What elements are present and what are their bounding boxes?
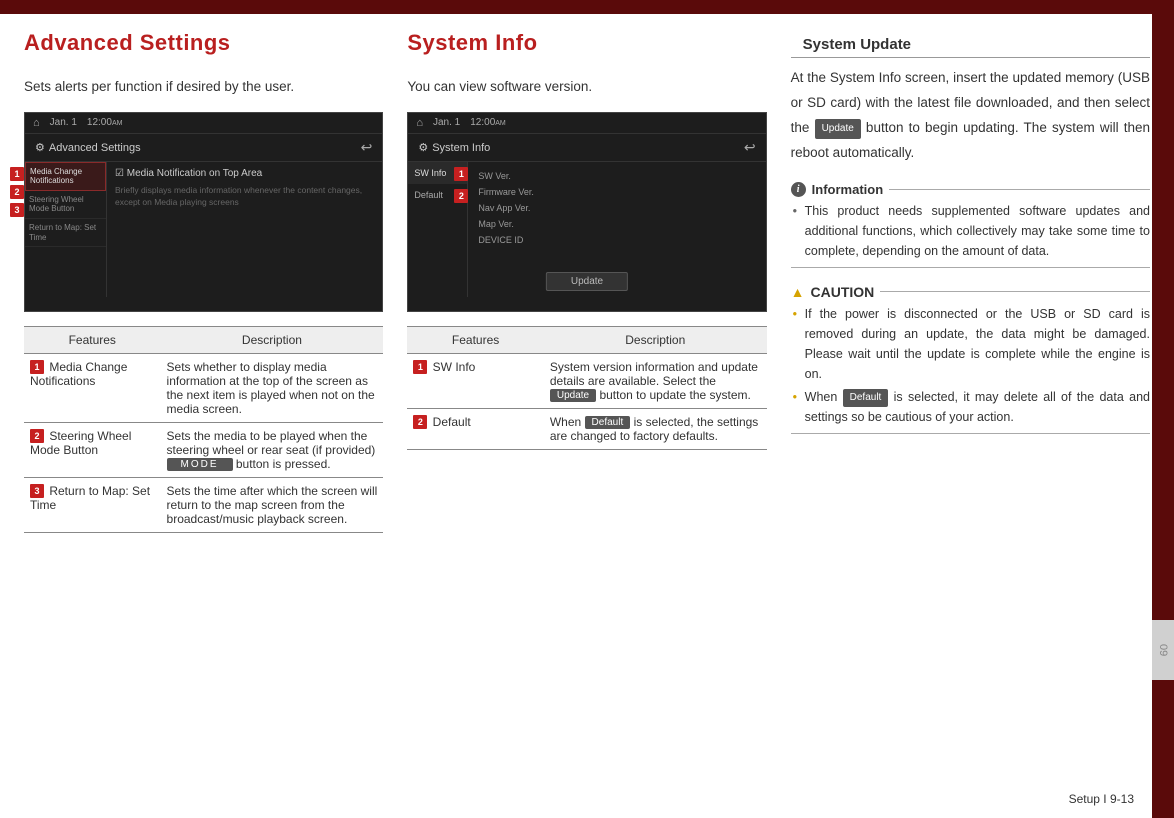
update-chip: Update	[550, 389, 596, 402]
screenshot-advanced-settings: 1 2 3 ⌂ Jan. 1 12:00AM ⚙Advanced Setting…	[24, 112, 383, 312]
status-time: 12:00AM	[87, 117, 123, 128]
feature-label: Default	[433, 415, 471, 429]
default-chip: Default	[843, 389, 889, 407]
th-features: Features	[407, 326, 544, 353]
information-list: This product needs supplemented software…	[791, 201, 1150, 261]
home-icon: ⌂	[416, 117, 423, 129]
adv-desc-text: Briefly displays media information whene…	[115, 185, 374, 209]
row-num: 2	[30, 429, 44, 443]
update-button: Update	[546, 272, 628, 291]
table-row: 2 Default When Default is selected, the …	[407, 408, 766, 449]
column-system-info: System Info You can view software versio…	[407, 30, 766, 533]
feature-label: Media Change Notifications	[30, 360, 127, 388]
update-chip: Update	[815, 119, 861, 140]
heading-system-info: System Info	[407, 30, 766, 56]
th-description: Description	[544, 326, 767, 353]
feature-label: Steering Wheel Mode Button	[30, 429, 131, 457]
intro-advanced-settings: Sets alerts per function if desired by t…	[24, 74, 383, 100]
feature-label: SW Info	[433, 360, 476, 374]
sys-line: DEVICE ID	[478, 232, 755, 248]
marker-2: 2	[454, 189, 468, 203]
sys-line: SW Ver.	[478, 168, 755, 184]
information-label: Information	[812, 182, 884, 197]
edge-markers-col1: 1 2 3	[10, 167, 24, 217]
information-block: i Information This product needs supplem…	[791, 182, 1150, 268]
feature-desc: System version information and update de…	[544, 353, 767, 408]
back-icon: ↩	[744, 139, 756, 156]
page-footer: Setup I 9-13	[1069, 792, 1134, 806]
adv-main-panel: Media Notification on Top Area Briefly d…	[107, 162, 382, 297]
caution-list: If the power is disconnected or the USB …	[791, 304, 1150, 427]
th-description: Description	[161, 326, 384, 353]
feature-desc: Sets the time after which the screen wil…	[161, 477, 384, 532]
list-item: When Default is selected, it may delete …	[791, 387, 1150, 427]
list-item: This product needs supplemented software…	[791, 201, 1150, 261]
adv-checkbox-row: Media Notification on Top Area	[115, 168, 374, 179]
status-time: 12:00AM	[470, 117, 506, 128]
home-icon: ⌂	[33, 117, 40, 129]
sys-tab-default: Default 2	[408, 184, 467, 206]
side-chapter-tab: 09	[1152, 620, 1174, 680]
heading-system-update: System Update	[791, 34, 1150, 58]
screenshot-system-info: ⌂ Jan. 1 12:00AM ⚙ System Info ↩ SW Info …	[407, 112, 766, 312]
marker-3: 3	[10, 203, 24, 217]
feature-label: Return to Map: Set Time	[30, 484, 150, 512]
marker-2: 2	[10, 185, 24, 199]
column-advanced-settings: Advanced Settings Sets alerts per functi…	[24, 30, 383, 533]
table-row: 3 Return to Map: Set Time Sets the time …	[24, 477, 383, 532]
row-num: 3	[30, 484, 44, 498]
sys-tabs: SW Info 1 Default 2	[408, 162, 468, 297]
right-accent-bar	[1152, 0, 1174, 818]
row-num: 1	[413, 360, 427, 374]
caution-label: CAUTION	[811, 284, 875, 300]
sys-line: Firmware Ver.	[478, 184, 755, 200]
sys-line: Nav App Ver.	[478, 200, 755, 216]
adv-side-item-3: Return to Map: Set Time	[25, 219, 106, 247]
marker-1: 1	[10, 167, 24, 181]
system-update-paragraph: At the System Info screen, insert the up…	[791, 66, 1150, 166]
screen-title: Advanced Settings	[49, 142, 141, 154]
table-row: 2 Steering Wheel Mode Button Sets the me…	[24, 422, 383, 477]
adv-sidebar: Media Change Notifications Steering Whee…	[25, 162, 107, 297]
gear-icon: ⚙	[418, 142, 428, 154]
feature-desc: Sets the media to be played when the ste…	[161, 422, 384, 477]
status-date: Jan. 1	[50, 117, 77, 128]
column-system-update: System Update At the System Info screen,…	[791, 30, 1150, 533]
adv-side-item-2: Steering Wheel Mode Button	[25, 191, 106, 219]
mode-chip: MODE	[167, 458, 233, 471]
feature-desc: When Default is selected, the settings a…	[544, 408, 767, 449]
list-item: If the power is disconnected or the USB …	[791, 304, 1150, 384]
default-chip: Default	[585, 416, 631, 429]
page-content: Advanced Settings Sets alerts per functi…	[0, 0, 1174, 583]
back-icon: ↩	[361, 139, 373, 156]
adv-side-item-1: Media Change Notifications	[25, 162, 106, 191]
warning-icon: ▲	[791, 284, 805, 300]
title-bar: ⚙ Advanced Settings ↩	[25, 134, 382, 162]
sys-tab-swinfo: SW Info 1	[408, 162, 467, 184]
row-num: 1	[30, 360, 44, 374]
table-system-info: Features Description 1 SW Info System ve…	[407, 326, 766, 450]
marker-1: 1	[454, 167, 468, 181]
top-accent-bar	[0, 0, 1174, 14]
intro-system-info: You can view software version.	[407, 74, 766, 100]
status-bar: ⌂ Jan. 1 12:00AM	[25, 113, 382, 134]
status-date: Jan. 1	[433, 117, 460, 128]
gear-icon: ⚙	[35, 142, 45, 154]
th-features: Features	[24, 326, 161, 353]
screen-title: System Info	[432, 142, 490, 154]
table-row: 1 Media Change Notifications Sets whethe…	[24, 353, 383, 422]
status-bar: ⌂ Jan. 1 12:00AM	[408, 113, 765, 134]
title-bar: ⚙ System Info ↩	[408, 134, 765, 162]
feature-desc: Sets whether to display media informatio…	[161, 353, 384, 422]
sys-line: Map Ver.	[478, 216, 755, 232]
heading-advanced-settings: Advanced Settings	[24, 30, 383, 56]
table-row: 1 SW Info System version information and…	[407, 353, 766, 408]
table-advanced-features: Features Description 1 Media Change Noti…	[24, 326, 383, 533]
row-num: 2	[413, 415, 427, 429]
info-icon: i	[791, 182, 806, 197]
caution-block: ▲ CAUTION If the power is disconnected o…	[791, 284, 1150, 434]
